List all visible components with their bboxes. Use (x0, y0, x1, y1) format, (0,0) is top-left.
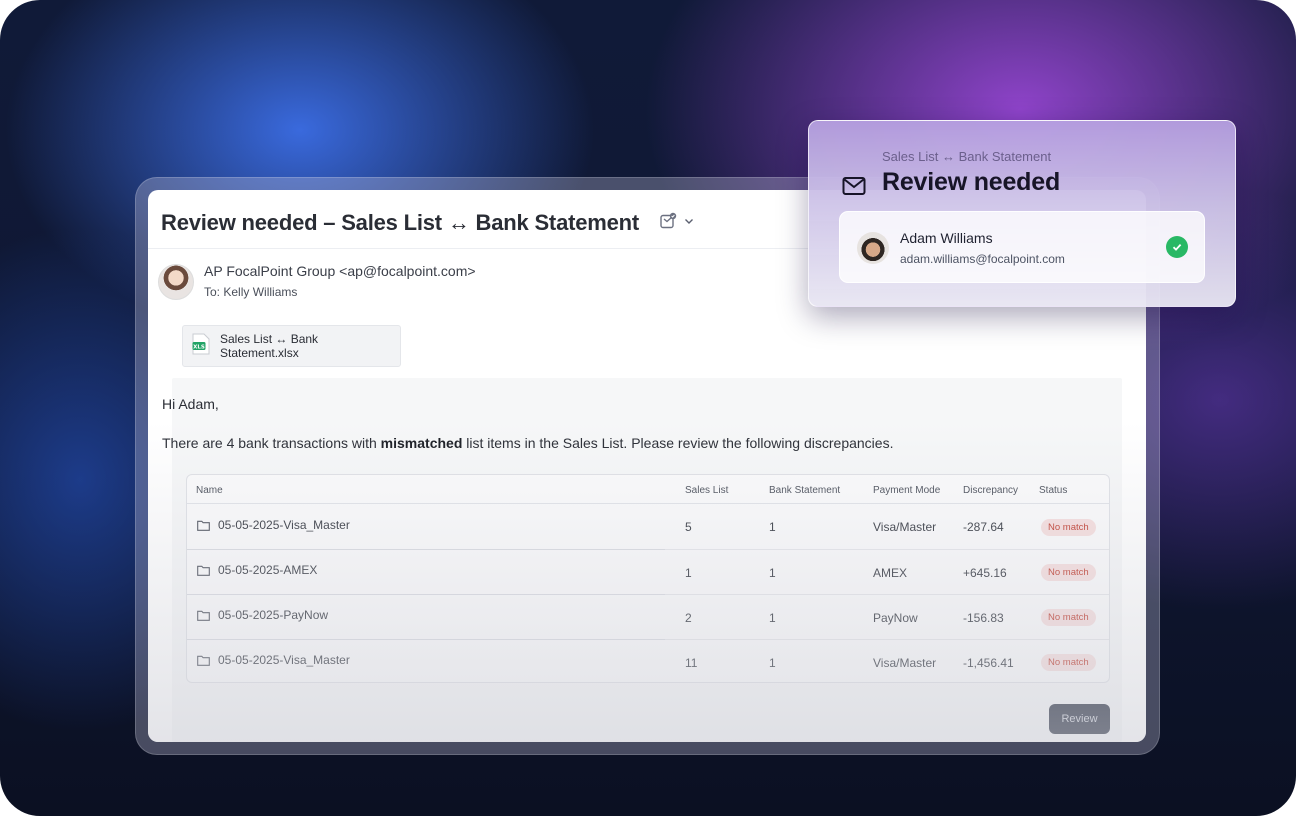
column-header-name: Name (196, 485, 223, 496)
check-icon (1166, 236, 1188, 258)
table-row[interactable]: 05-05-2025-Visa_Master 5 1 Visa/Master -… (187, 504, 1109, 550)
column-header-bank-statement: Bank Statement (769, 485, 841, 496)
row-sales-list: 1 (685, 566, 692, 580)
message-text-bold: mismatched (380, 435, 463, 451)
folder-icon (197, 520, 210, 531)
row-name-cell: 05-05-2025-AMEX (197, 563, 317, 577)
message-text-after: list items in the Sales List. Please rev… (462, 435, 894, 451)
row-payment-mode: Visa/Master (873, 520, 937, 534)
subject-row: Review needed – Sales List ↔ Bank Statem… (161, 210, 695, 236)
status-badge: No match (1041, 519, 1096, 536)
reviewer-email: adam.williams@focalpoint.com (900, 252, 1065, 266)
chevron-down-icon[interactable] (683, 214, 695, 232)
row-discrepancy: -1,456.41 (963, 656, 1014, 670)
row-bank-statement: 1 (769, 520, 776, 534)
column-header-discrepancy: Discrepancy (963, 485, 1019, 496)
sender-avatar (158, 264, 194, 300)
folder-icon (197, 655, 210, 666)
mail-icon (842, 176, 866, 201)
folder-icon (197, 610, 210, 621)
attachment-name: Sales List ↔ Bank Statement.xlsx (220, 332, 319, 360)
row-name: 05-05-2025-PayNow (218, 608, 329, 622)
row-name-cell: 05-05-2025-Visa_Master (197, 518, 350, 532)
recipient-line: To: Kelly Williams (204, 285, 297, 299)
to-label: To: (204, 285, 221, 299)
row-discrepancy: -156.83 (963, 611, 1004, 625)
row-name: 05-05-2025-Visa_Master (218, 518, 350, 532)
row-name-cell: 05-05-2025-Visa_Master (197, 653, 350, 667)
row-name: 05-05-2025-Visa_Master (218, 653, 350, 667)
row-sales-list: 5 (685, 520, 692, 534)
column-header-status: Status (1039, 485, 1068, 496)
column-header-sales-list: Sales List (685, 485, 729, 496)
recipient-name: Kelly Williams (223, 285, 298, 299)
row-sales-list: 11 (685, 656, 698, 670)
xls-file-icon: XLS (192, 333, 210, 360)
status-badge: No match (1041, 654, 1096, 671)
card-subtitle: Sales List ↔ Bank Statement (882, 149, 1052, 164)
table-row[interactable]: 05-05-2025-AMEX 1 1 AMEX +645.16 No matc… (187, 549, 1109, 595)
row-bank-statement: 1 (769, 656, 776, 670)
message-text-before: There are 4 bank transactions with (162, 435, 381, 451)
row-discrepancy: -287.64 (963, 520, 1004, 534)
reviewer-row[interactable]: Adam Williams adam.williams@focalpoint.c… (839, 211, 1205, 283)
column-header-payment-mode: Payment Mode (873, 485, 941, 496)
row-name: 05-05-2025-AMEX (218, 563, 318, 577)
reviewer-avatar (857, 232, 889, 264)
mark-reviewed-icon[interactable] (659, 212, 677, 235)
row-name-cell: 05-05-2025-PayNow (197, 608, 328, 622)
row-payment-mode: PayNow (873, 611, 918, 625)
row-bank-statement: 1 (769, 566, 776, 580)
folder-icon (197, 565, 210, 576)
sender-address: AP FocalPoint Group <ap@focalpoint.com> (204, 263, 476, 279)
status-badge: No match (1041, 564, 1096, 581)
row-discrepancy: +645.16 (963, 566, 1007, 580)
review-notification-card: Sales List ↔ Bank Statement Review neede… (808, 120, 1236, 307)
email-subject: Review needed – Sales List ↔ Bank Statem… (161, 210, 640, 235)
review-button[interactable]: Review (1049, 704, 1110, 734)
row-payment-mode: AMEX (873, 566, 908, 580)
row-bank-statement: 1 (769, 611, 776, 625)
table-row[interactable]: 05-05-2025-Visa_Master 11 1 Visa/Master … (187, 639, 1109, 682)
card-title: Review needed (882, 168, 1061, 196)
message-text: There are 4 bank transactions with misma… (162, 435, 893, 451)
row-payment-mode: Visa/Master (873, 656, 937, 670)
row-sales-list: 2 (685, 611, 692, 625)
table-row[interactable]: 05-05-2025-PayNow 2 1 PayNow -156.83 No … (187, 594, 1109, 640)
reviewer-name: Adam Williams (900, 230, 993, 246)
status-badge: No match (1041, 609, 1096, 626)
xls-icon-text: XLS (193, 344, 205, 350)
attachment-chip[interactable]: XLS Sales List ↔ Bank Statement.xlsx (182, 325, 401, 367)
discrepancy-table: Name Sales List Bank Statement Payment M… (186, 474, 1110, 683)
background-canvas: Review needed – Sales List ↔ Bank Statem… (0, 0, 1296, 816)
greeting: Hi Adam, (162, 396, 219, 412)
